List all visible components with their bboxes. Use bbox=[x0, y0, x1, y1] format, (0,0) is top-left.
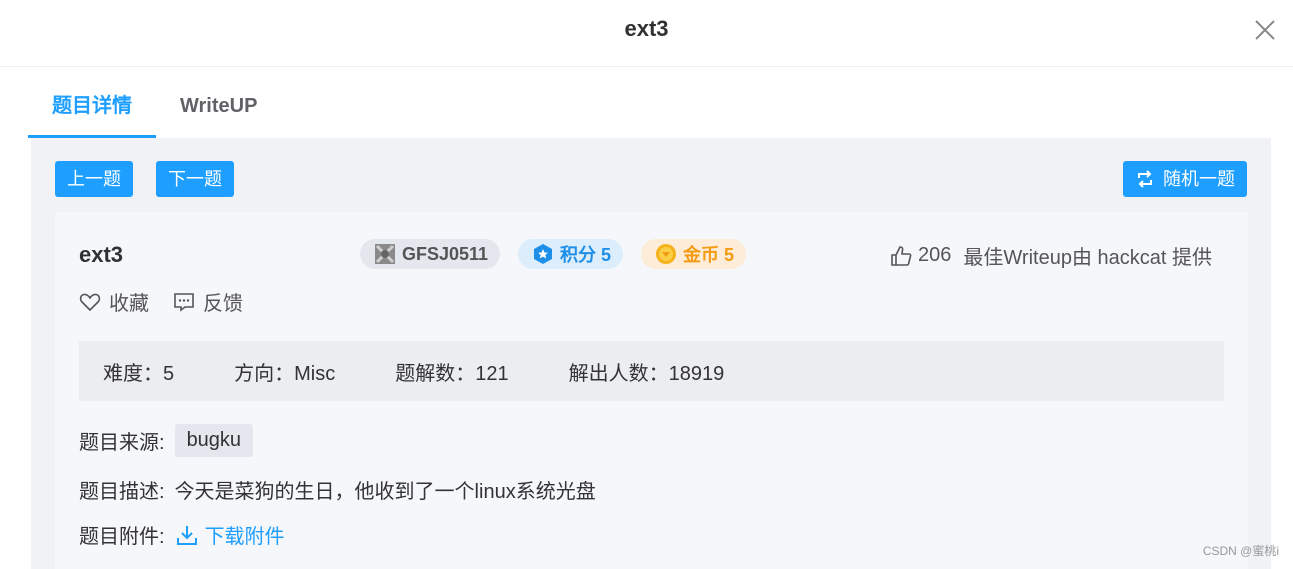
source-row: 题目来源: bugku bbox=[79, 424, 254, 457]
challenge-title: ext3 bbox=[79, 242, 124, 267]
watermark: CSDN @蜜桃i bbox=[1202, 544, 1279, 558]
writeup-note[interactable]: 最佳Writeup由 hackcat 提供 bbox=[963, 241, 1212, 270]
score-badge: 积分 5 bbox=[518, 239, 624, 269]
challenge-card: ext3 GFSJ0511 积分 5 金币 5 206 最佳Writeup由 h… bbox=[55, 212, 1248, 569]
attachment-label: 题目附件: bbox=[79, 526, 165, 548]
gold-badge-text: 金币 5 bbox=[683, 245, 735, 265]
feedback-label: 反馈 bbox=[203, 293, 243, 315]
stat-direction: 方向：Misc bbox=[234, 362, 336, 385]
description-text: 今天是菜狗的生日，他收到了一个linux系统光盘 bbox=[174, 481, 596, 503]
source-tag: bugku bbox=[174, 424, 254, 457]
comment-icon bbox=[174, 292, 194, 312]
random-button-label: 随机一题 bbox=[1163, 169, 1235, 189]
score-badge-text: 积分 5 bbox=[560, 245, 612, 265]
like-count: 206 bbox=[918, 244, 952, 266]
modal-title: ext3 bbox=[624, 16, 669, 41]
challenge-avatar-icon bbox=[374, 243, 396, 265]
thumbs-up-icon[interactable] bbox=[890, 245, 912, 267]
description-label: 题目描述: bbox=[79, 481, 165, 503]
gold-badge: 金币 5 bbox=[641, 239, 747, 269]
tab-writeup[interactable]: WriteUP bbox=[156, 78, 281, 138]
like-area: 206 最佳Writeup由 hackcat 提供 bbox=[890, 241, 1212, 270]
feedback-button[interactable]: 反馈 bbox=[173, 287, 243, 316]
challenge-modal: ext3 题目详情 WriteUP 上一题 下一题 随机一题 ext3 GFSJ… bbox=[0, 0, 1293, 569]
favorite-label: 收藏 bbox=[109, 293, 149, 315]
prev-button[interactable]: 上一题 bbox=[55, 161, 133, 197]
stat-difficulty: 难度：5 bbox=[103, 362, 175, 385]
attachment-row: 题目附件: 下载附件 bbox=[79, 520, 285, 549]
download-icon bbox=[176, 525, 197, 545]
id-badge-text: GFSJ0511 bbox=[402, 243, 489, 264]
shuffle-icon bbox=[1135, 169, 1155, 189]
id-badge: GFSJ0511 bbox=[360, 239, 501, 269]
source-label: 题目来源: bbox=[79, 432, 165, 454]
close-icon[interactable] bbox=[1253, 18, 1277, 42]
stat-solves: 题解数：121 bbox=[395, 362, 509, 385]
tab-details[interactable]: 题目详情 bbox=[28, 78, 156, 138]
star-icon bbox=[532, 243, 554, 265]
stat-solvers: 解出人数：18919 bbox=[568, 362, 725, 385]
description-row: 题目描述: 今天是菜狗的生日，他收到了一个linux系统光盘 bbox=[79, 475, 596, 504]
heart-icon bbox=[79, 293, 101, 311]
stats-bar: 难度：5 方向：Misc 题解数：121 解出人数：18919 bbox=[79, 341, 1224, 401]
next-button[interactable]: 下一题 bbox=[156, 161, 234, 197]
random-button[interactable]: 随机一题 bbox=[1123, 161, 1247, 197]
tab-bar: 题目详情 WriteUP bbox=[28, 78, 281, 138]
coin-icon bbox=[655, 243, 677, 265]
download-link[interactable]: 下载附件 bbox=[175, 520, 285, 549]
action-row: 收藏 反馈 bbox=[79, 287, 267, 316]
modal-header: ext3 bbox=[0, 0, 1293, 67]
download-label: 下载附件 bbox=[204, 526, 285, 548]
favorite-button[interactable]: 收藏 bbox=[79, 287, 149, 316]
